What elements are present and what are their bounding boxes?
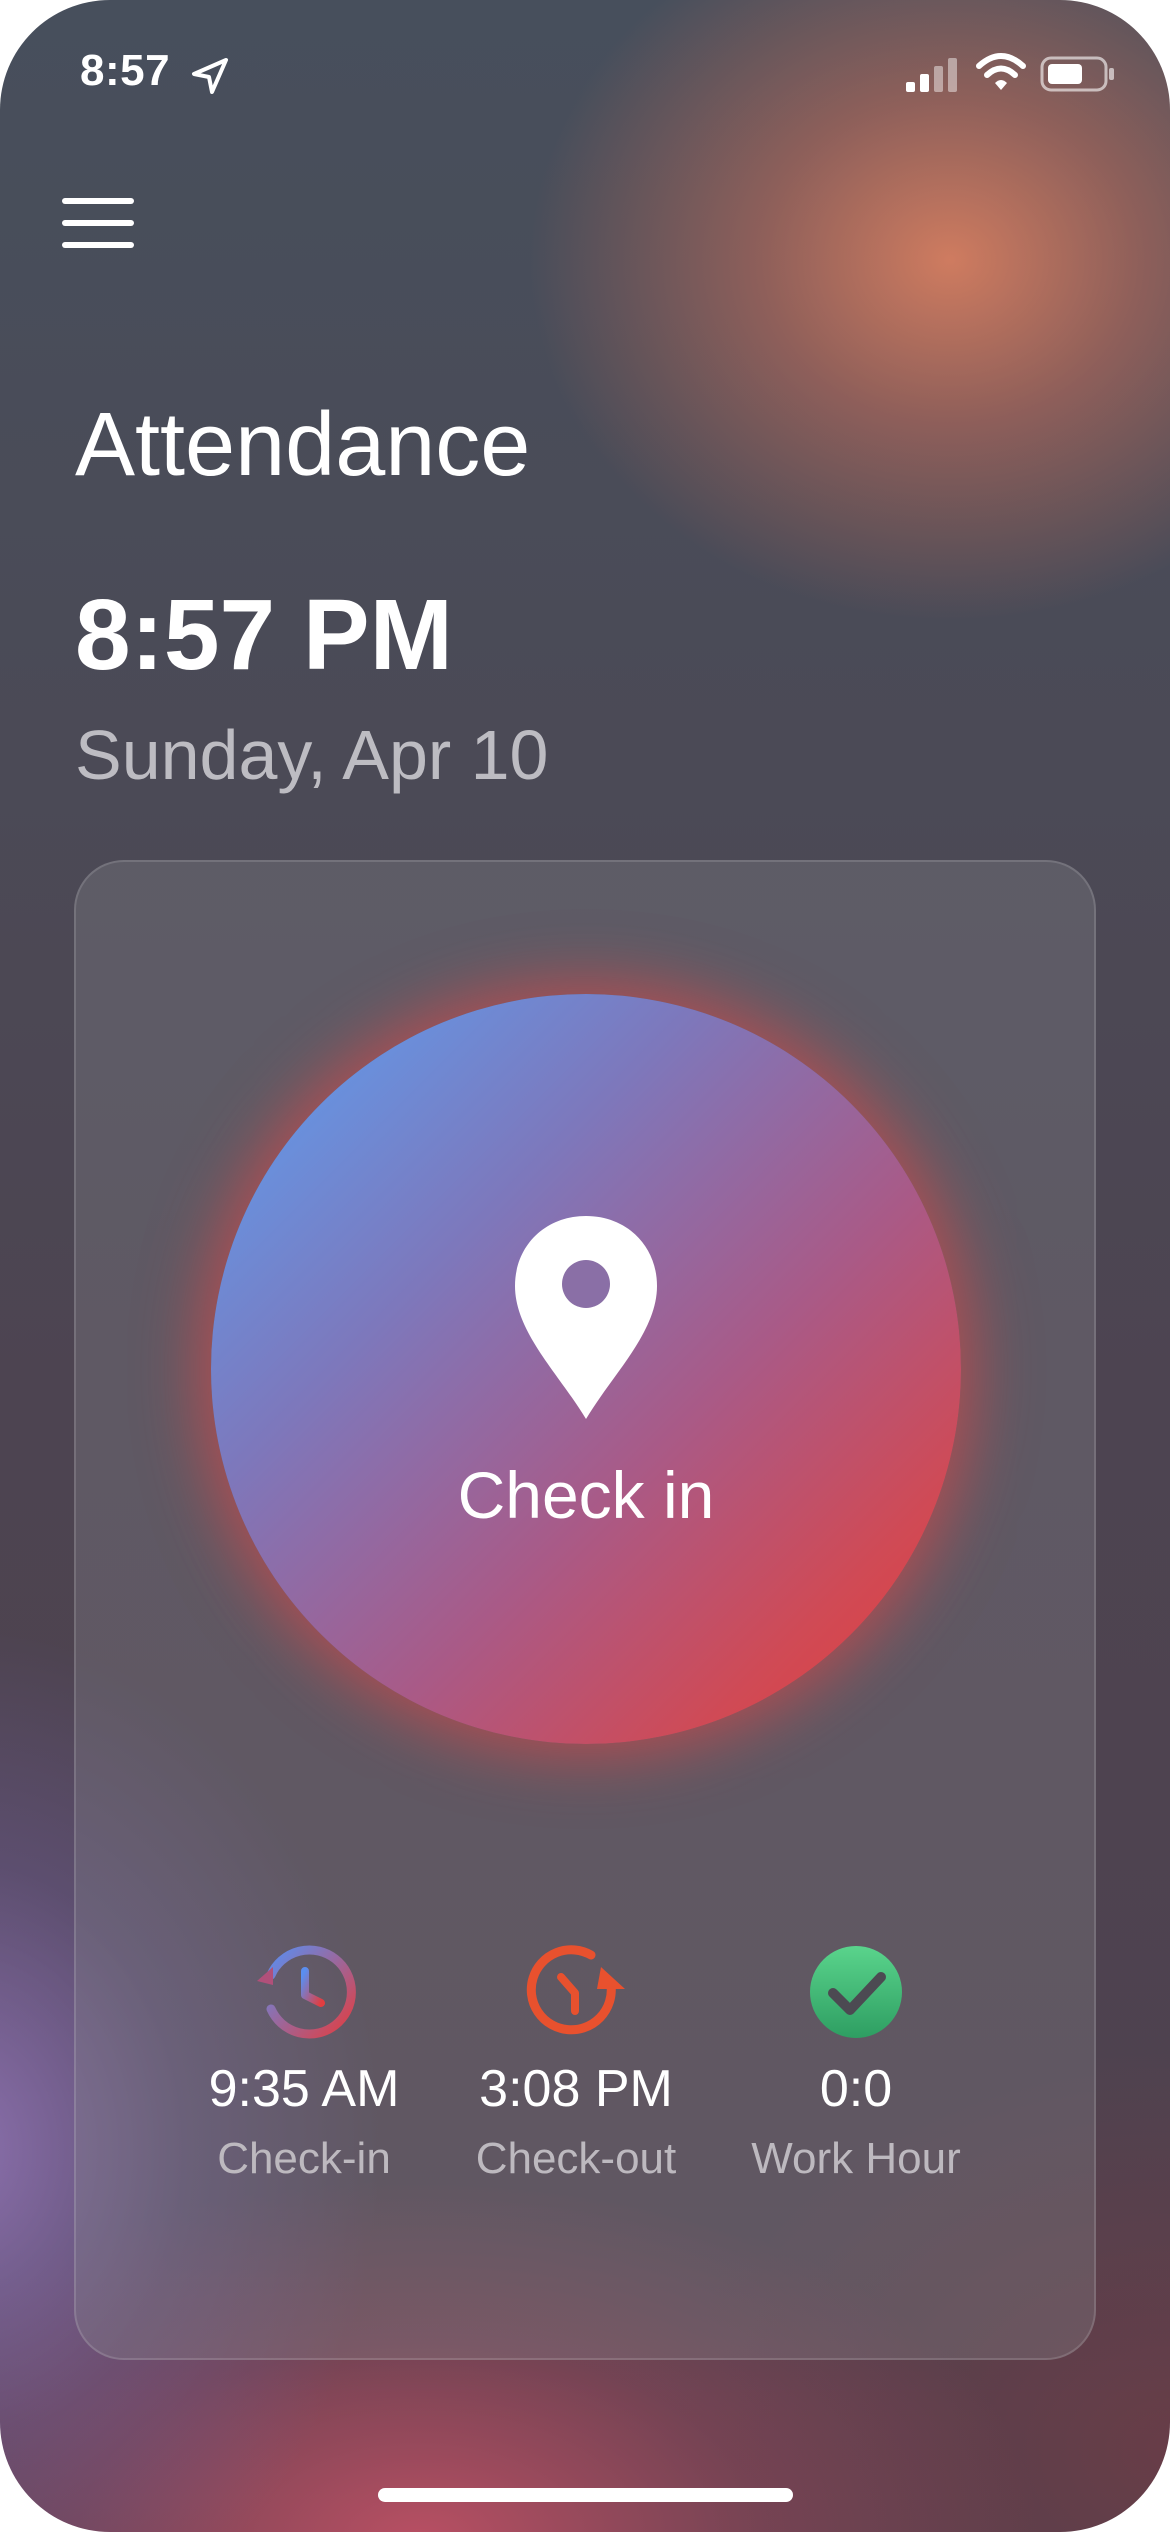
location-arrow-icon <box>192 58 228 94</box>
status-bar: 8:57 <box>0 0 1170 150</box>
check-in-stat: 9:35 AM Check-in <box>174 1937 434 2181</box>
check-in-value: 9:35 AM <box>208 2060 400 2118</box>
cellular-signal-icon <box>906 58 957 92</box>
work-hour-value: 0:0 <box>819 2060 893 2118</box>
check-out-label-text: Check-out <box>475 2134 677 2183</box>
check-in-button[interactable]: Check in <box>211 994 961 1744</box>
check-out-stat: 3:08 PM Check-out <box>446 1937 706 2181</box>
current-date: Sunday, Apr 10 <box>75 716 549 794</box>
clock-history-icon <box>257 1945 356 2039</box>
battery-icon <box>1040 56 1114 92</box>
page-title: Attendance <box>75 395 531 495</box>
map-pin-icon <box>515 1216 657 1419</box>
check-circle-icon <box>810 1946 902 2038</box>
attendance-card: Check in 9:35 AM Check-in 3:08 PM Check-… <box>74 860 1096 2360</box>
work-hour-label-text: Work Hour <box>751 2134 961 2183</box>
wifi-icon <box>976 53 1026 90</box>
check-in-label-text: Check-in <box>217 2134 391 2183</box>
check-in-label: Check in <box>457 1458 715 1532</box>
work-hour-stat: 0:0 Work Hour <box>726 1937 986 2181</box>
current-time: 8:57 PM <box>75 579 453 691</box>
clock-forward-icon <box>526 1945 625 2035</box>
phone-screen: 8:57 Attendance 8:57 PM Sunday, Apr 10 C… <box>0 0 1170 2532</box>
check-out-value: 3:08 PM <box>479 2060 673 2118</box>
home-indicator[interactable] <box>378 2488 793 2502</box>
status-time: 8:57 <box>80 46 171 95</box>
menu-button[interactable] <box>60 198 136 252</box>
